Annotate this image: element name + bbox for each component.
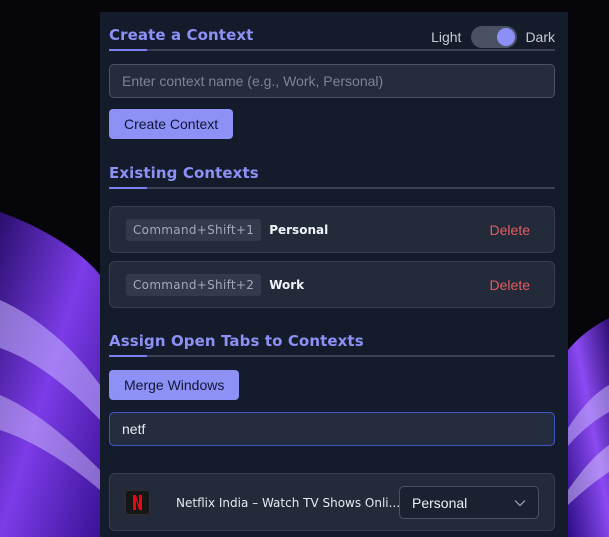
tab-context-value: Personal — [412, 494, 468, 511]
chevron-down-icon — [514, 499, 526, 507]
create-context-heading: Create a Context — [109, 26, 254, 44]
context-name: Work — [269, 277, 305, 292]
delete-context-button[interactable]: Delete — [490, 222, 530, 238]
merge-windows-button[interactable]: Merge Windows — [109, 370, 240, 400]
assign-tabs-heading: Assign Open Tabs to Contexts — [109, 332, 364, 350]
existing-contexts-divider — [109, 187, 555, 189]
create-context-button[interactable]: Create Context — [109, 109, 234, 139]
theme-light-label: Light — [431, 29, 462, 45]
existing-contexts-heading: Existing Contexts — [109, 164, 259, 182]
assign-tabs-divider — [109, 355, 555, 357]
theme-switch[interactable] — [471, 26, 518, 48]
shortcut-badge: Command+Shift+2 — [126, 273, 262, 296]
delete-context-button[interactable]: Delete — [490, 277, 530, 293]
theme-toggle: Light Dark — [431, 26, 555, 48]
context-card-personal: Command+Shift+1 Personal Delete — [109, 206, 555, 253]
tab-title: Netflix India – Watch TV Shows Onli... — [176, 496, 401, 510]
context-name: Personal — [269, 222, 329, 237]
create-context-divider — [109, 49, 555, 51]
extension-popup: Create a Context Light Dark Create Conte… — [100, 12, 568, 537]
shortcut-badge: Command+Shift+1 — [126, 218, 262, 241]
tab-search-input[interactable] — [109, 412, 555, 446]
netflix-icon — [125, 490, 150, 515]
theme-dark-label: Dark — [525, 29, 555, 45]
context-card-work: Command+Shift+2 Work Delete — [109, 261, 555, 308]
context-name-input[interactable] — [109, 64, 555, 98]
tab-context-select[interactable]: Personal — [399, 486, 539, 519]
theme-switch-knob — [497, 28, 516, 46]
tab-row: Netflix India – Watch TV Shows Onli... P… — [109, 473, 555, 531]
